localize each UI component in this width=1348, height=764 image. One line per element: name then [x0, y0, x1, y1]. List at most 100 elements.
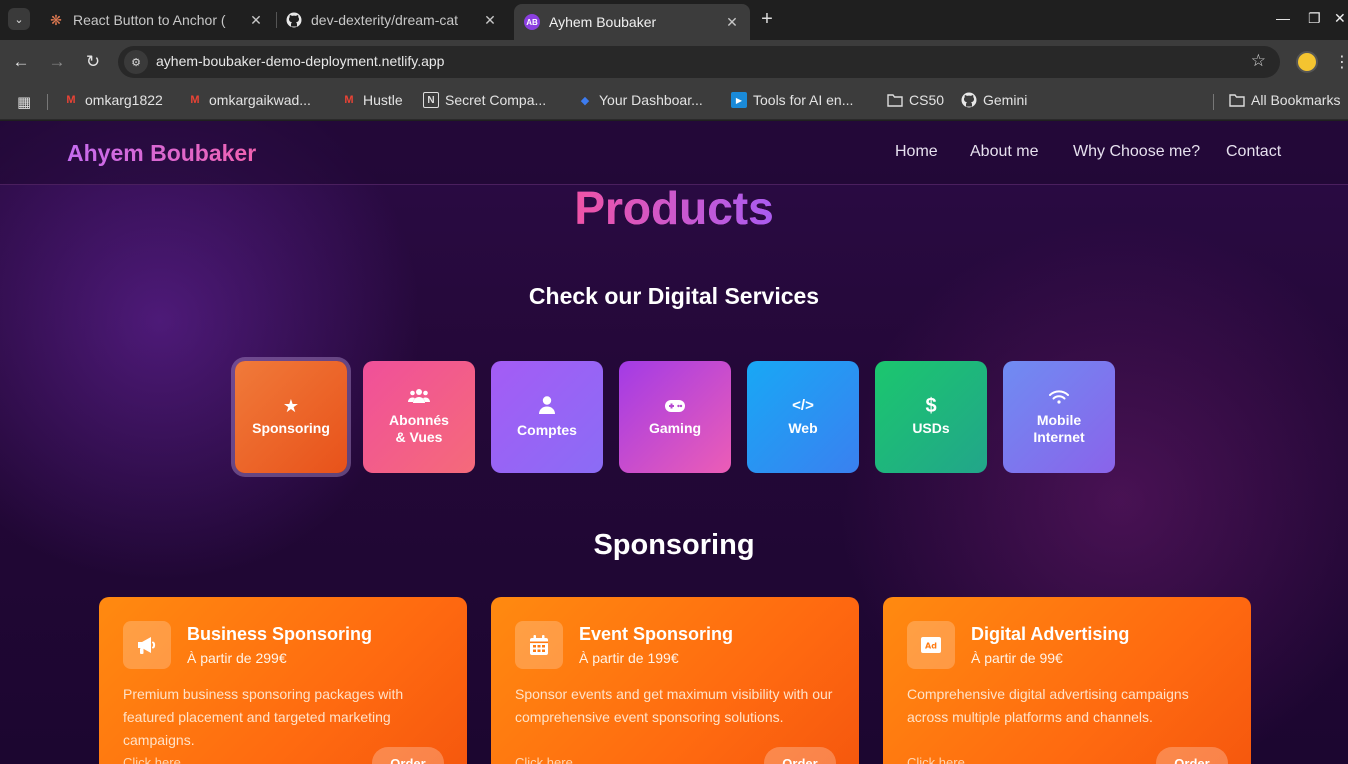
card-price: À partir de 199€ — [579, 650, 679, 666]
bookmark-label: All Bookmarks — [1251, 92, 1341, 108]
plus-icon: + — [761, 8, 773, 30]
github-icon — [961, 92, 977, 108]
minimize-button[interactable]: — — [1276, 10, 1290, 26]
card-description: Premium business sponsoring packages wit… — [123, 686, 404, 748]
card-price: À partir de 299€ — [187, 650, 287, 666]
new-tab-button[interactable]: + — [756, 8, 778, 31]
profile-avatar[interactable] — [1296, 51, 1318, 73]
reload-icon: ↻ — [85, 52, 101, 71]
category-abonnes-vues[interactable]: Abonnés & Vues — [363, 361, 475, 473]
ad-icon: Ad — [907, 621, 955, 669]
forward-button[interactable]: → — [45, 50, 69, 74]
bookmark-label: Tools for AI en... — [753, 92, 854, 108]
bookmark-label: CS50 — [909, 92, 945, 108]
category-label: USDs — [912, 420, 950, 436]
close-icon[interactable]: ✕ — [482, 12, 498, 29]
site-navbar: Ahyem Boubaker Home About me Why Choose … — [0, 121, 1348, 185]
category-label: Abonnés & Vues — [389, 412, 449, 445]
gmail-icon: M — [190, 94, 200, 106]
address-bar[interactable]: ⚙ ayhem-boubaker-demo-deployment.netlify… — [118, 46, 1280, 78]
dollar-icon: $ — [925, 395, 937, 417]
folder-icon — [1229, 92, 1245, 108]
nav-about-me[interactable]: About me — [970, 143, 1038, 161]
product-card-digital-advertising: Ad Digital Advertising À partir de 99€ C… — [883, 597, 1251, 764]
calendar-icon — [515, 621, 563, 669]
order-button[interactable]: Order — [1156, 747, 1228, 764]
tab-react-button[interactable]: ❋ React Button to Anchor ( ✕ — [38, 4, 274, 36]
category-gaming[interactable]: Gaming — [619, 361, 731, 473]
notion-icon: N — [423, 92, 439, 108]
bookmark-item[interactable]: ▶ Tools for AI en... — [731, 92, 853, 108]
bookmark-separator — [47, 94, 48, 110]
nav-home[interactable]: Home — [895, 143, 938, 161]
card-title: Digital Advertising — [971, 624, 1130, 644]
arrow-left-icon: ← — [12, 52, 30, 71]
category-web[interactable]: </> Web — [747, 361, 859, 473]
card-link[interactable]: Click here — [515, 755, 573, 764]
category-comptes[interactable]: Comptes — [491, 361, 603, 473]
site-brand[interactable]: Ahyem Boubaker — [67, 140, 256, 167]
bookmark-item[interactable]: CS50 — [887, 92, 944, 108]
gamepad-icon — [665, 397, 685, 415]
star-icon: ★ — [282, 396, 300, 416]
web-page: Ahyem Boubaker Home About me Why Choose … — [0, 121, 1348, 764]
bookmark-item[interactable]: Gemini — [961, 92, 1027, 108]
menu-kebab-icon[interactable]: ⋮ — [1334, 52, 1348, 72]
tab-search-button[interactable]: ⌄ — [8, 8, 30, 30]
chevron-down-icon: ⌄ — [14, 13, 24, 26]
card-link[interactable]: Click here — [123, 755, 181, 764]
category-label: Mobile Internet — [1033, 411, 1085, 445]
section-title: Sponsoring — [593, 529, 755, 561]
bookmark-item[interactable]: M omkarg1822 — [63, 92, 163, 108]
back-button[interactable]: ← — [9, 50, 33, 74]
card-description: Sponsor events and get maximum visibilit… — [515, 686, 833, 725]
page-title-text: Products — [574, 182, 774, 234]
bookmark-star-icon[interactable]: ☆ — [1251, 51, 1266, 71]
megaphone-icon — [123, 621, 171, 669]
site-info-icon[interactable]: ⚙ — [124, 50, 148, 74]
section-subtitle: Check our Digital Services — [528, 283, 820, 309]
bookmark-item[interactable]: M Hustle — [341, 92, 402, 108]
code-icon: </> — [792, 397, 814, 414]
folder-icon — [887, 92, 903, 108]
close-icon[interactable]: ✕ — [248, 12, 264, 29]
restore-button[interactable]: ❐ — [1308, 10, 1321, 27]
browser-toolbar: ← → ↻ ⚙ ayhem-boubaker-demo-deployment.n… — [0, 40, 1348, 84]
gmail-icon: M — [66, 94, 76, 106]
category-sponsoring[interactable]: ★ Sponsoring — [235, 361, 347, 473]
card-title: Event Sponsoring — [579, 624, 734, 644]
tab-title: React Button to Anchor ( — [73, 12, 226, 28]
bookmark-label: Secret Compa... — [445, 92, 547, 108]
claude-icon: ❋ — [50, 11, 62, 28]
bookmark-item[interactable]: ◆ Your Dashboar... — [577, 92, 703, 108]
card-title: Business Sponsoring — [187, 624, 373, 644]
close-window-button[interactable]: ✕ — [1334, 10, 1346, 27]
category-mobile-internet[interactable]: Mobile Internet — [1003, 361, 1115, 473]
category-label: Web — [788, 420, 818, 436]
bookmark-item[interactable]: N Secret Compa... — [423, 92, 546, 108]
reload-button[interactable]: ↻ — [81, 50, 105, 74]
nav-contact[interactable]: Contact — [1226, 143, 1281, 161]
apps-grid-icon[interactable]: ▦ — [17, 93, 31, 111]
product-card-event-sponsoring: Event Sponsoring À partir de 199€ Sponso… — [491, 597, 859, 764]
all-bookmarks[interactable]: All Bookmarks — [1229, 92, 1340, 108]
order-button[interactable]: Order — [764, 747, 836, 764]
page-title: Products — [0, 181, 1348, 235]
card-link[interactable]: Click here — [907, 755, 965, 764]
ab-favicon-icon: AB — [524, 14, 540, 30]
tab-ayhem-boubaker[interactable]: AB Ayhem Boubaker ✕ — [514, 4, 750, 40]
product-card-business-sponsoring: Business Sponsoring À partir de 299€ Pre… — [99, 597, 467, 764]
nav-why-choose-me[interactable]: Why Choose me? — [1073, 143, 1200, 161]
order-button[interactable]: Order — [372, 747, 444, 764]
bookmark-label: Gemini — [983, 92, 1028, 108]
bookmark-label: omkarg1822 — [85, 92, 163, 108]
url-text[interactable]: ayhem-boubaker-demo-deployment.netlify.a… — [156, 53, 444, 69]
arrow-right-icon: → — [48, 52, 66, 71]
tab-strip: ⌄ ❋ React Button to Anchor ( ✕ dev-dexte… — [0, 0, 1348, 40]
tab-title: Ayhem Boubaker — [549, 14, 657, 30]
close-icon[interactable]: ✕ — [724, 14, 740, 31]
category-usds[interactable]: $ USDs — [875, 361, 987, 473]
tab-github[interactable]: dev-dexterity/dream-cat ✕ — [276, 4, 508, 36]
bookmark-item[interactable]: M omkargaikwad... — [187, 92, 311, 108]
wifi-icon — [1049, 389, 1069, 407]
